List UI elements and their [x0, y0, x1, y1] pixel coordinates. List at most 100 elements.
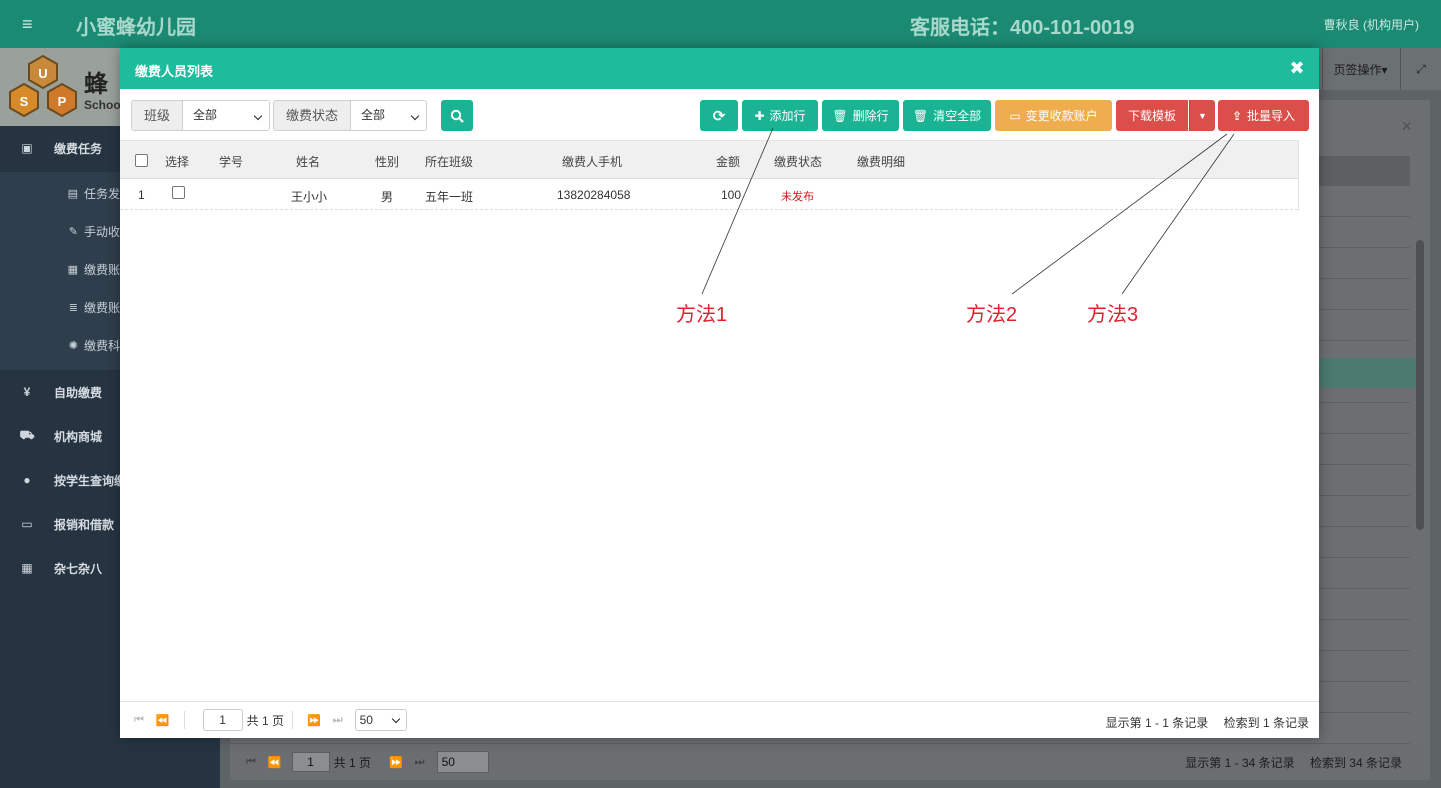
yen-icon: ¥: [23, 385, 31, 399]
add-row-button[interactable]: ✚ 添加行: [742, 100, 818, 131]
user-icon: ●: [23, 473, 31, 487]
display-range: 显示第 1 - 34 条记录: [1185, 756, 1295, 770]
divider: [183, 711, 185, 729]
prev-page-icon[interactable]: ⏪: [156, 714, 170, 727]
trash-icon: 🗑: [912, 108, 929, 123]
page-input[interactable]: 1: [291, 752, 330, 772]
prev-page-icon[interactable]: ⏪: [268, 756, 282, 769]
status-badge: 未发布: [781, 191, 814, 203]
download-template-button[interactable]: 下载模板: [1116, 100, 1188, 131]
table-header: 选择 学号 姓名 性别 所在班级 缴费人手机 金额 缴费状态 缴费明细: [120, 140, 1298, 179]
table-divider: [1298, 140, 1299, 210]
cell-amount: 100: [721, 188, 742, 202]
batch-import-label: 批量导入: [1247, 109, 1296, 123]
grid-icon: ▦: [21, 561, 33, 575]
total-pages: 共 1 页: [333, 755, 371, 770]
first-page-icon[interactable]: ⏮: [246, 756, 256, 769]
page-size-select[interactable]: 50: [436, 751, 489, 773]
change-account-button[interactable]: ▭ 变更收款账户: [995, 100, 1112, 131]
current-user[interactable]: 曹秋良 (机构用户): [1324, 16, 1419, 33]
divider: [291, 711, 293, 729]
clear-all-label: 清空全部: [933, 109, 982, 123]
scrollbar[interactable]: [1416, 240, 1424, 530]
record-info: 显示第 1 - 1 条记录 检索到 1 条记录: [1094, 714, 1309, 731]
delete-row-button[interactable]: 🗑 删除行: [822, 100, 899, 131]
document-icon: ▦: [67, 263, 78, 276]
column-header: 学号: [219, 155, 244, 169]
sidebar-subitem-label: 缴费账: [84, 262, 121, 277]
column-header: 缴费明细: [857, 155, 906, 169]
total-pages: 共 1 页: [246, 713, 284, 728]
top-header: ≡ 小蜜蜂幼儿园 客服电话：400-101-0019 曹秋良 (机构用户): [0, 0, 1441, 48]
column-header: 金额: [716, 155, 741, 169]
column-header: 选择: [165, 155, 190, 169]
cell-name: 王小小: [291, 190, 328, 204]
cell-phone: 13820284058: [557, 188, 631, 202]
table-pager: ⏮ ⏪ 1 共 1 页 ⏩ ⏭ 50 显示第 1 - 1 条记录 检索到 1 条…: [120, 701, 1319, 738]
refresh-button[interactable]: ⟳: [700, 100, 738, 131]
trash-icon: 🗑: [832, 108, 848, 123]
next-page-icon[interactable]: ⏩: [389, 756, 403, 769]
payer-list-dialog: 缴费人员列表 ✖ 班级 全部 缴费状态 全部 ⟳ ✚ 添加行 🗑 删除行 🗑 清…: [120, 48, 1319, 738]
plus-icon: ✚: [754, 108, 765, 123]
display-range: 显示第 1 - 1 条记录: [1105, 716, 1209, 730]
class-select[interactable]: 全部: [183, 101, 270, 130]
page-ops-dropdown[interactable]: 页签操作▾: [1322, 48, 1398, 90]
cart-icon: ⛟: [19, 428, 35, 442]
status-filter: 缴费状态 全部: [273, 100, 428, 131]
sidebar-item-label: 机构商城: [54, 429, 103, 444]
card-icon: ▭: [1009, 108, 1021, 123]
status-select[interactable]: 全部: [351, 101, 427, 130]
gear-icon: ✺: [68, 339, 78, 352]
add-row-label: 添加行: [769, 109, 806, 123]
sidebar-item-label: 按学生查询缴: [54, 473, 127, 488]
status-filter-label: 缴费状态: [274, 101, 352, 130]
search-button[interactable]: [441, 100, 473, 131]
batch-import-button[interactable]: ⇪ 批量导入: [1218, 100, 1309, 131]
cell-class: 五年一班: [425, 190, 474, 204]
column-header: 缴费人手机: [562, 155, 623, 169]
class-filter: 班级 全部: [131, 100, 271, 131]
dialog-title: 缴费人员列表: [135, 64, 214, 79]
clear-all-button[interactable]: 🗑 清空全部: [903, 100, 991, 131]
last-page-icon[interactable]: ⏭: [333, 714, 343, 727]
download-template-label: 下载模板: [1127, 109, 1176, 123]
sidebar-item-label: 自助缴费: [54, 385, 103, 400]
next-page-icon[interactable]: ⏩: [307, 714, 321, 727]
row-checkbox[interactable]: [172, 186, 185, 199]
annotation-method-3: 方法3: [1087, 304, 1139, 326]
svg-text:S: S: [20, 94, 29, 109]
hotline: 客服电话：400-101-0019: [910, 17, 1135, 39]
brand-name: 小蜜蜂幼儿园: [76, 17, 196, 39]
close-icon[interactable]: ×: [1401, 116, 1412, 137]
download-template-dropdown[interactable]: ▼: [1189, 100, 1215, 131]
close-icon[interactable]: ✖: [1287, 58, 1307, 78]
sidebar-subitem-label: 缴费账: [84, 300, 121, 315]
fullscreen-icon[interactable]: ⤢: [1400, 48, 1441, 90]
page-size-select[interactable]: 50: [354, 709, 407, 731]
sidebar-subitem-label: 任务发: [84, 186, 121, 201]
search-icon: [450, 109, 464, 123]
select-all-checkbox[interactable]: [135, 154, 148, 167]
refresh-icon: ⟳: [712, 107, 726, 125]
logo-text: 蜂: [84, 71, 108, 98]
file-check-icon: ▤: [67, 187, 78, 200]
svg-text:P: P: [58, 94, 67, 109]
payer-table: 选择 学号 姓名 性别 所在班级 缴费人手机 金额 缴费状态 缴费明细 1 王小…: [120, 140, 1298, 210]
cell-gender: 男: [381, 190, 394, 204]
first-page-icon[interactable]: ⏮: [134, 714, 144, 727]
payment-task-icon: ▣: [21, 141, 33, 155]
table-row[interactable]: 1 王小小 男 五年一班 13820284058 100 未发布: [120, 180, 1298, 210]
sidebar-subitem-label: 缴费科: [84, 338, 121, 353]
menu-icon[interactable]: ≡: [22, 14, 42, 34]
background-record-info: 显示第 1 - 34 条记录 检索到 34 条记录: [1173, 754, 1402, 771]
upload-icon: ⇪: [1231, 108, 1243, 123]
page-input[interactable]: 1: [202, 709, 243, 731]
change-account-label: 变更收款账户: [1025, 109, 1098, 123]
last-page-icon[interactable]: ⏭: [415, 756, 425, 769]
background-selected-row: [1320, 358, 1417, 388]
sidebar-item-label: 杂七杂八: [54, 561, 103, 576]
column-header: 性别: [375, 155, 400, 169]
edit-icon: ✎: [68, 225, 78, 238]
sidebar-item-label: 报销和借款: [54, 517, 115, 532]
